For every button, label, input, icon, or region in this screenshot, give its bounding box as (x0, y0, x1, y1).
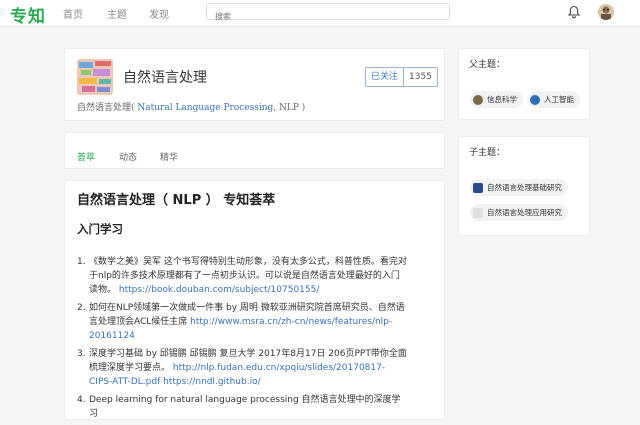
nav-home[interactable]: 首页 (63, 6, 83, 21)
list-item: 1. 《数学之美》吴军 这个书写得特别生动形象，没有太多公式，科普性质。看完对于n… (77, 257, 407, 295)
subtitle-prefix: 自然语言处理( (77, 103, 135, 113)
list-item: 3. 深度学习基础 by 邱锡鹏 邱锡鹏 复旦大学 2017年8月17日 206页… (77, 349, 407, 387)
nav-discover[interactable]: 发现 (149, 6, 169, 21)
site-logo[interactable]: 专知 (10, 2, 46, 27)
top-nav-bar: 专知 首页 主题 发现 (0, 0, 640, 27)
follow-button[interactable]: 已关注 1355 (365, 67, 438, 87)
bell-icon[interactable] (567, 5, 581, 19)
topic-thumb-icon (530, 94, 540, 105)
topic-chip[interactable]: 自然语言处理应用研究 (470, 204, 568, 221)
subtitle-suffix: , NLP ) (273, 103, 306, 113)
article-title: 自然语言处理（ NLP ） 专知荟萃 (77, 193, 276, 208)
tab-featured[interactable]: 精华 (160, 150, 178, 163)
topic-logo (77, 59, 113, 95)
follow-label: 已关注 (366, 68, 405, 86)
user-avatar[interactable] (598, 4, 614, 20)
article-card: 自然语言处理（ NLP ） 专知荟萃 入门学习 1. 《数学之美》吴军 这个书写得… (64, 180, 445, 420)
child-topics-heading: 子主题： (469, 148, 506, 158)
document-icon (473, 207, 483, 218)
parent-topics-heading: 父主题： (469, 60, 506, 70)
tab-collection[interactable]: 荟萃 (77, 150, 95, 163)
topic-chip[interactable]: 人工智能 (527, 91, 580, 108)
tab-activity[interactable]: 动态 (119, 150, 137, 163)
topic-subtitle: 自然语言处理( Natural Language Processing, NLP… (77, 100, 305, 113)
search-box (206, 3, 450, 24)
search-input[interactable] (207, 9, 445, 24)
list-item: 4. Deep learning for natural language pro… (77, 395, 401, 419)
resource-list: 1. 《数学之美》吴军 这个书写得特别生动形象，没有太多公式，科普性质。看完对于n… (77, 255, 407, 425)
topic-chip[interactable]: 自然语言处理基础研究 (470, 179, 568, 196)
parent-topics-card: 父主题： 信息科学 人工智能 (458, 48, 590, 120)
topic-header-card: 自然语言处理 已关注 1355 自然语言处理( Natural Language… (64, 48, 445, 121)
nav-topics[interactable]: 主题 (107, 6, 127, 21)
topic-tabs: 荟萃 动态 精华 (64, 132, 445, 169)
section-heading: 入门学习 (77, 222, 123, 236)
topic-thumb-icon (473, 182, 483, 193)
resource-link[interactable]: https://book.douban.com/subject/10750155… (119, 285, 320, 295)
topic-thumb-icon (473, 94, 483, 105)
child-topics-card: 子主题： 自然语言处理基础研究 自然语言处理应用研究 (458, 136, 590, 236)
follow-count: 1355 (409, 72, 432, 82)
subtitle-english: Natural Language Processing (137, 103, 274, 113)
topic-title: 自然语言处理 (123, 70, 207, 86)
list-item: 2. 如何在NLP领域第一次做成一件事 by 周明 微软亚洲研究院首席研究员、自然… (77, 303, 405, 341)
topic-chip[interactable]: 信息科学 (470, 91, 523, 108)
